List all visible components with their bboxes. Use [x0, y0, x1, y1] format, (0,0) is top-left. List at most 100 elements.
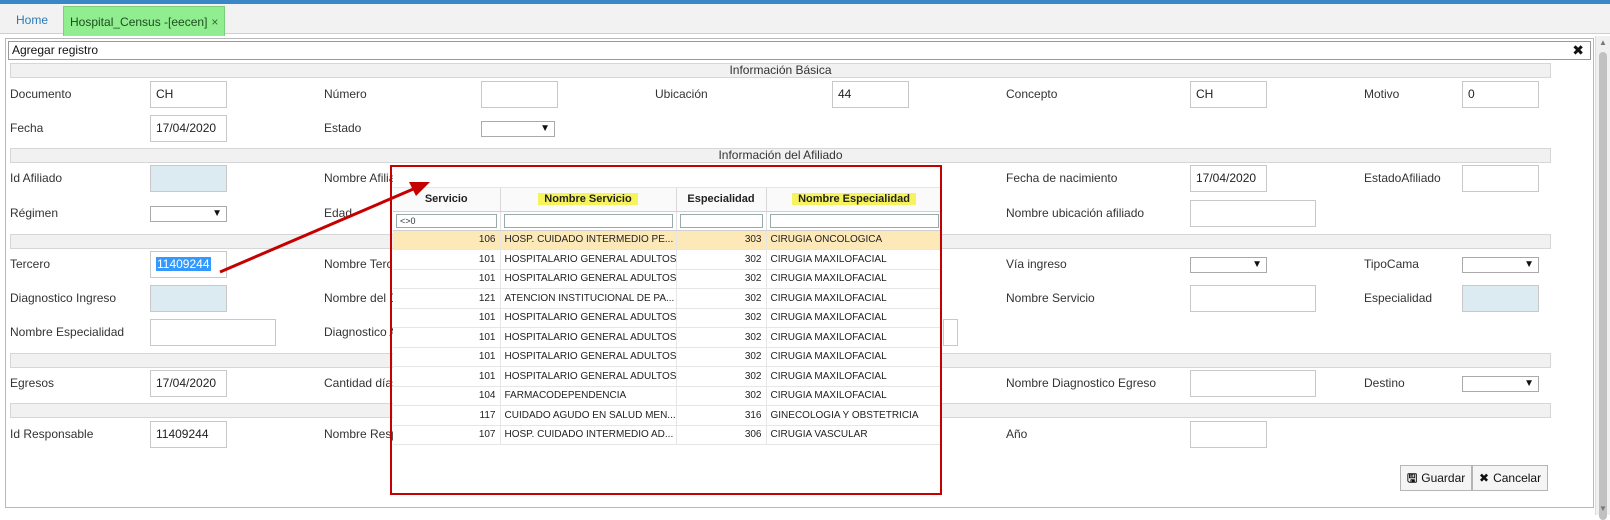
cell-nombre-servicio: HOSPITALARIO GENERAL ADULTOS [500, 308, 677, 328]
table-row[interactable]: 121 ATENCION INSTITUCIONAL DE PA... 302 CIR… [393, 288, 942, 309]
grid-header-row: Servicio Nombre Servicio Especialidad No… [393, 188, 942, 212]
concepto-field[interactable]: CH [1190, 81, 1267, 108]
dialog-title: Agregar registro [12, 43, 99, 57]
col-header-especialidad[interactable]: Especialidad [676, 188, 767, 212]
cell-especialidad: 302 [676, 347, 767, 367]
cell-especialidad: 302 [676, 366, 767, 387]
cell-especialidad: 302 [676, 308, 767, 328]
tipo-cama-label: TipoCama [1364, 257, 1419, 271]
cell-nombre-especialidad: GINECOLOGIA Y OBSTETRICIA [766, 405, 942, 426]
cell-nombre-servicio: CUIDADO AGUDO EN SALUD MEN... [500, 405, 677, 426]
diagnostico-actual-label: Diagnostico Ac [324, 325, 404, 339]
dialog-close-icon[interactable]: ✖ [1572, 42, 1584, 59]
chevron-down-icon: ▼ [1252, 259, 1262, 270]
tab-close-icon[interactable]: × [211, 15, 218, 29]
cell-servicio: 106 [393, 230, 501, 250]
anio-field[interactable] [1190, 421, 1267, 448]
filter-input-servicio[interactable]: <>0 [396, 213, 497, 228]
documento-field[interactable]: CH [150, 81, 227, 108]
scroll-down-icon[interactable]: ▼ [1599, 504, 1607, 513]
table-row[interactable]: 106 HOSP. CUIDADO INTERMEDIO PE... 303 CIRU… [393, 230, 942, 250]
chevron-down-icon: ▼ [540, 123, 550, 134]
table-row[interactable]: 101 HOSPITALARIO GENERAL ADULTOS 302 CIRUGI… [393, 249, 942, 270]
scrollbar-thumb[interactable] [1599, 52, 1607, 520]
id-responsable-field[interactable]: 11409244 [150, 421, 227, 448]
nombre-diagnostico-egreso-field[interactable] [1190, 370, 1316, 397]
filter-input-especialidad[interactable] [679, 213, 763, 228]
cell-especialidad: 316 [676, 405, 767, 426]
cell-nombre-especialidad: CIRUGIA MAXILOFACIAL [766, 288, 942, 309]
estado-select[interactable]: ▼ [481, 121, 555, 137]
nombre-servicio-label: Nombre Servicio [1006, 291, 1095, 305]
anio-label: Año [1006, 427, 1028, 441]
id-afiliado-field[interactable] [150, 165, 227, 192]
col-header-nombre-servicio[interactable]: Nombre Servicio [500, 188, 677, 212]
partial-input-behind-grid[interactable] [943, 319, 958, 346]
cell-servicio: 101 [393, 308, 501, 328]
cell-servicio: 101 [393, 249, 501, 270]
fecha-label: Fecha [10, 121, 44, 135]
tipo-cama-select[interactable]: ▼ [1462, 257, 1539, 273]
cancelar-button[interactable]: ✖ Cancelar [1472, 465, 1549, 491]
cell-nombre-especialidad: CIRUGIA MAXILOFACIAL [766, 347, 942, 367]
ubicacion-field[interactable]: 44 [832, 81, 909, 108]
diagnostico-ingreso-field[interactable] [150, 285, 227, 312]
cell-nombre-servicio: HOSPITALARIO GENERAL ADULTOS [500, 347, 677, 367]
table-row[interactable]: 101 HOSPITALARIO GENERAL ADULTOS 302 CIRUGI… [393, 366, 942, 387]
filter-input-nombre-especialidad[interactable] [769, 213, 939, 228]
filter-cell-nombre-especialidad [766, 211, 942, 231]
guardar-button[interactable]: 🖫 Guardar [1400, 465, 1473, 491]
table-row[interactable]: 101 HOSPITALARIO GENERAL ADULTOS 302 CIRUGI… [393, 347, 942, 367]
partial-column-header: D [940, 194, 942, 206]
especialidad-field[interactable] [1462, 285, 1539, 312]
regimen-select[interactable]: ▼ [150, 206, 227, 222]
grid-top-bar [393, 168, 942, 188]
table-row[interactable]: 117 CUIDADO AGUDO EN SALUD MEN... 316 GINEC… [393, 405, 942, 426]
page-scrollbar[interactable]: ▲ ▼ [1595, 36, 1610, 520]
nombre-diagnostico-egreso-label: Nombre Diagnostico Egreso [1006, 376, 1157, 390]
tab-hospital-census[interactable]: Hospital_Census -[eecen] × [63, 6, 226, 36]
cell-especialidad: 302 [676, 288, 767, 309]
cell-servicio: 107 [393, 425, 501, 445]
tab-home[interactable]: Home [6, 8, 58, 34]
ubicacion-label: Ubicación [655, 87, 708, 101]
destino-select[interactable]: ▼ [1462, 376, 1539, 392]
cell-nombre-especialidad: CIRUGIA MAXILOFACIAL [766, 327, 942, 348]
nombre-especialidad-field[interactable] [150, 319, 276, 346]
table-row[interactable]: 101 HOSPITALARIO GENERAL ADULTOS 302 CIRUGI… [393, 269, 942, 289]
col-header-nombre-especialidad-text: Nombre Especialidad [792, 193, 916, 206]
tercero-field[interactable]: 11409244 [150, 251, 227, 278]
col-header-nombre-servicio-text: Nombre Servicio [538, 193, 638, 206]
via-ingreso-select[interactable]: ▼ [1190, 257, 1267, 273]
col-header-servicio[interactable]: Servicio [393, 188, 501, 212]
estado-afiliado-label: EstadoAfiliado [1364, 171, 1441, 185]
col-header-nombre-especialidad[interactable]: Nombre Especialidad [766, 188, 942, 212]
cell-nombre-especialidad: CIRUGIA MAXILOFACIAL [766, 269, 942, 289]
cell-nombre-especialidad: CIRUGIA MAXILOFACIAL [766, 249, 942, 270]
tab-strip: Home Hospital_Census -[eecen] × [0, 4, 1610, 36]
estado-label: Estado [324, 121, 362, 135]
tab-hospital-census-label: Hospital_Census -[eecen] [70, 15, 208, 29]
table-row[interactable]: 104 FARMACODEPENDENCIA 302 CIRUGIA MAXILOFA… [393, 386, 942, 406]
filter-input-nombre-servicio[interactable] [503, 213, 673, 228]
scroll-up-icon[interactable]: ▲ [1599, 38, 1607, 47]
dialog-title-bar: Agregar registro ✖ [8, 41, 1591, 60]
nombre-ubicacion-afiliado-field[interactable] [1190, 200, 1316, 227]
id-afiliado-label: Id Afiliado [10, 171, 63, 185]
nombre-servicio-field[interactable] [1190, 285, 1316, 312]
cell-nombre-servicio: HOSPITALARIO GENERAL ADULTOS [500, 249, 677, 270]
cell-servicio: 121 [393, 288, 501, 309]
motivo-field[interactable]: 0 [1462, 81, 1539, 108]
table-row[interactable]: 101 HOSPITALARIO GENERAL ADULTOS 302 CIRUGI… [393, 308, 942, 328]
fecha-field[interactable]: 17/04/2020 [150, 115, 227, 142]
table-row[interactable]: 107 HOSP. CUIDADO INTERMEDIO AD... 306 CIRU… [393, 425, 942, 445]
numero-field[interactable] [481, 81, 558, 108]
egresos-field[interactable]: 17/04/2020 [150, 370, 227, 397]
fecha-nacimiento-field[interactable]: 17/04/2020 [1190, 165, 1267, 192]
table-row[interactable]: 101 HOSPITALARIO GENERAL ADULTOS 302 CIRUGI… [393, 327, 942, 348]
estado-afiliado-field[interactable] [1462, 165, 1539, 192]
cell-especialidad: 306 [676, 425, 767, 445]
cell-especialidad: 303 [676, 230, 767, 250]
cell-nombre-servicio: HOSPITALARIO GENERAL ADULTOS [500, 269, 677, 289]
cell-nombre-servicio: FARMACODEPENDENCIA [500, 386, 677, 406]
